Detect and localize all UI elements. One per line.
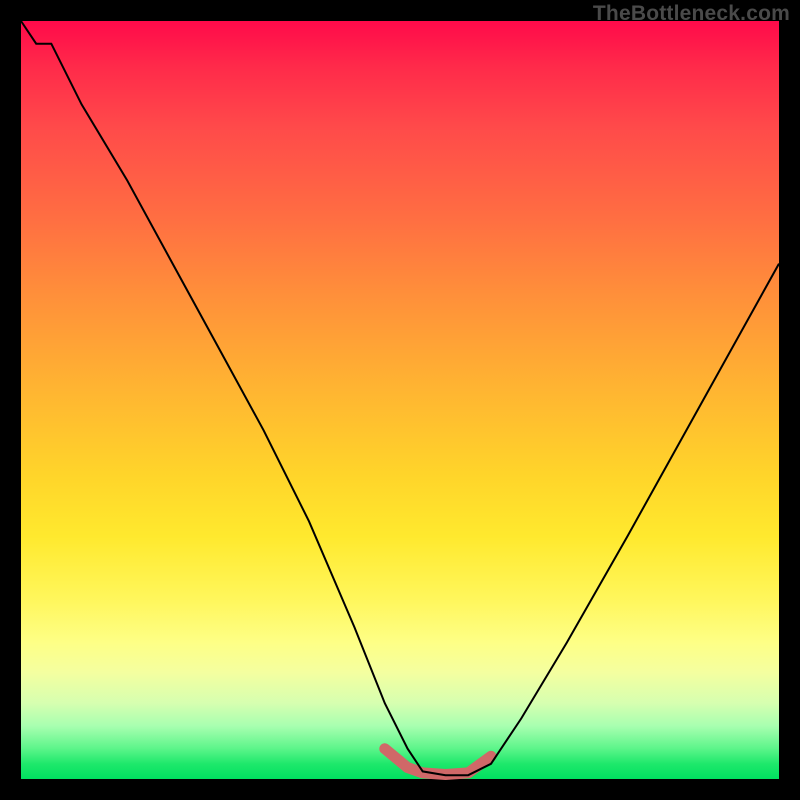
bottleneck-curve bbox=[21, 21, 779, 775]
valley-highlight bbox=[385, 749, 491, 775]
chart-svg bbox=[21, 21, 779, 779]
